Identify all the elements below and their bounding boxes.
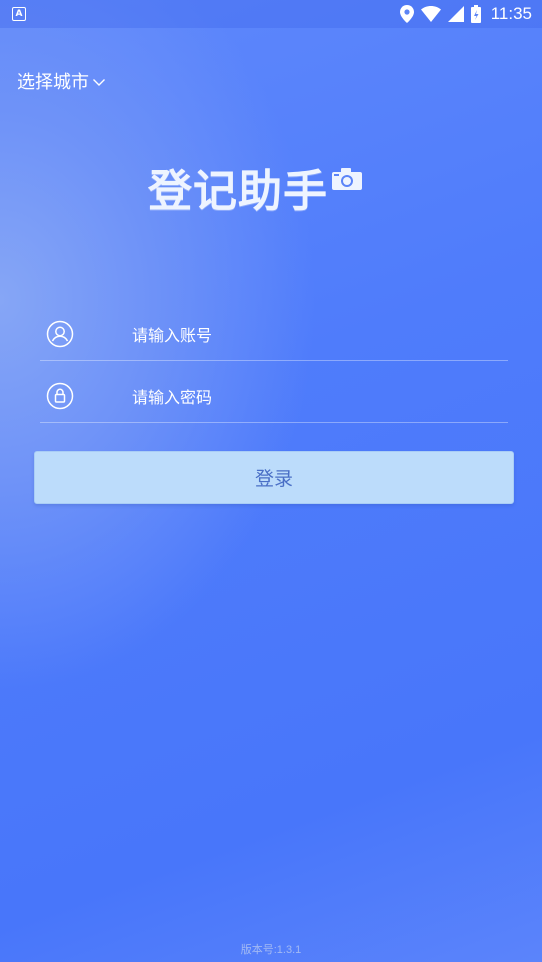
city-selector[interactable]: 选择城市 (17, 68, 106, 94)
app-notification-icon: A (12, 7, 26, 21)
city-selector-label: 选择城市 (17, 72, 89, 93)
chevron-down-icon (92, 71, 106, 92)
camera-icon (332, 168, 362, 194)
status-bar: A 11:35 (0, 0, 542, 28)
status-right: 11:35 (399, 4, 532, 24)
password-field (40, 379, 508, 423)
wifi-icon (420, 6, 441, 22)
clock-time: 11:35 (490, 4, 532, 23)
lock-icon (46, 382, 74, 410)
battery-charging-icon (470, 5, 481, 23)
app-logo: 登记助手 (148, 168, 362, 214)
user-icon (46, 320, 74, 348)
password-input[interactable] (132, 385, 492, 409)
login-button[interactable]: 登录 (34, 451, 514, 504)
signal-icon (447, 6, 464, 22)
location-icon (399, 5, 414, 23)
logo-text: 登记助手 (148, 166, 328, 217)
version-label: 版本号:1.3.1 (240, 944, 302, 956)
account-field (40, 317, 508, 361)
account-input[interactable] (132, 323, 492, 347)
status-left: A (12, 7, 26, 21)
